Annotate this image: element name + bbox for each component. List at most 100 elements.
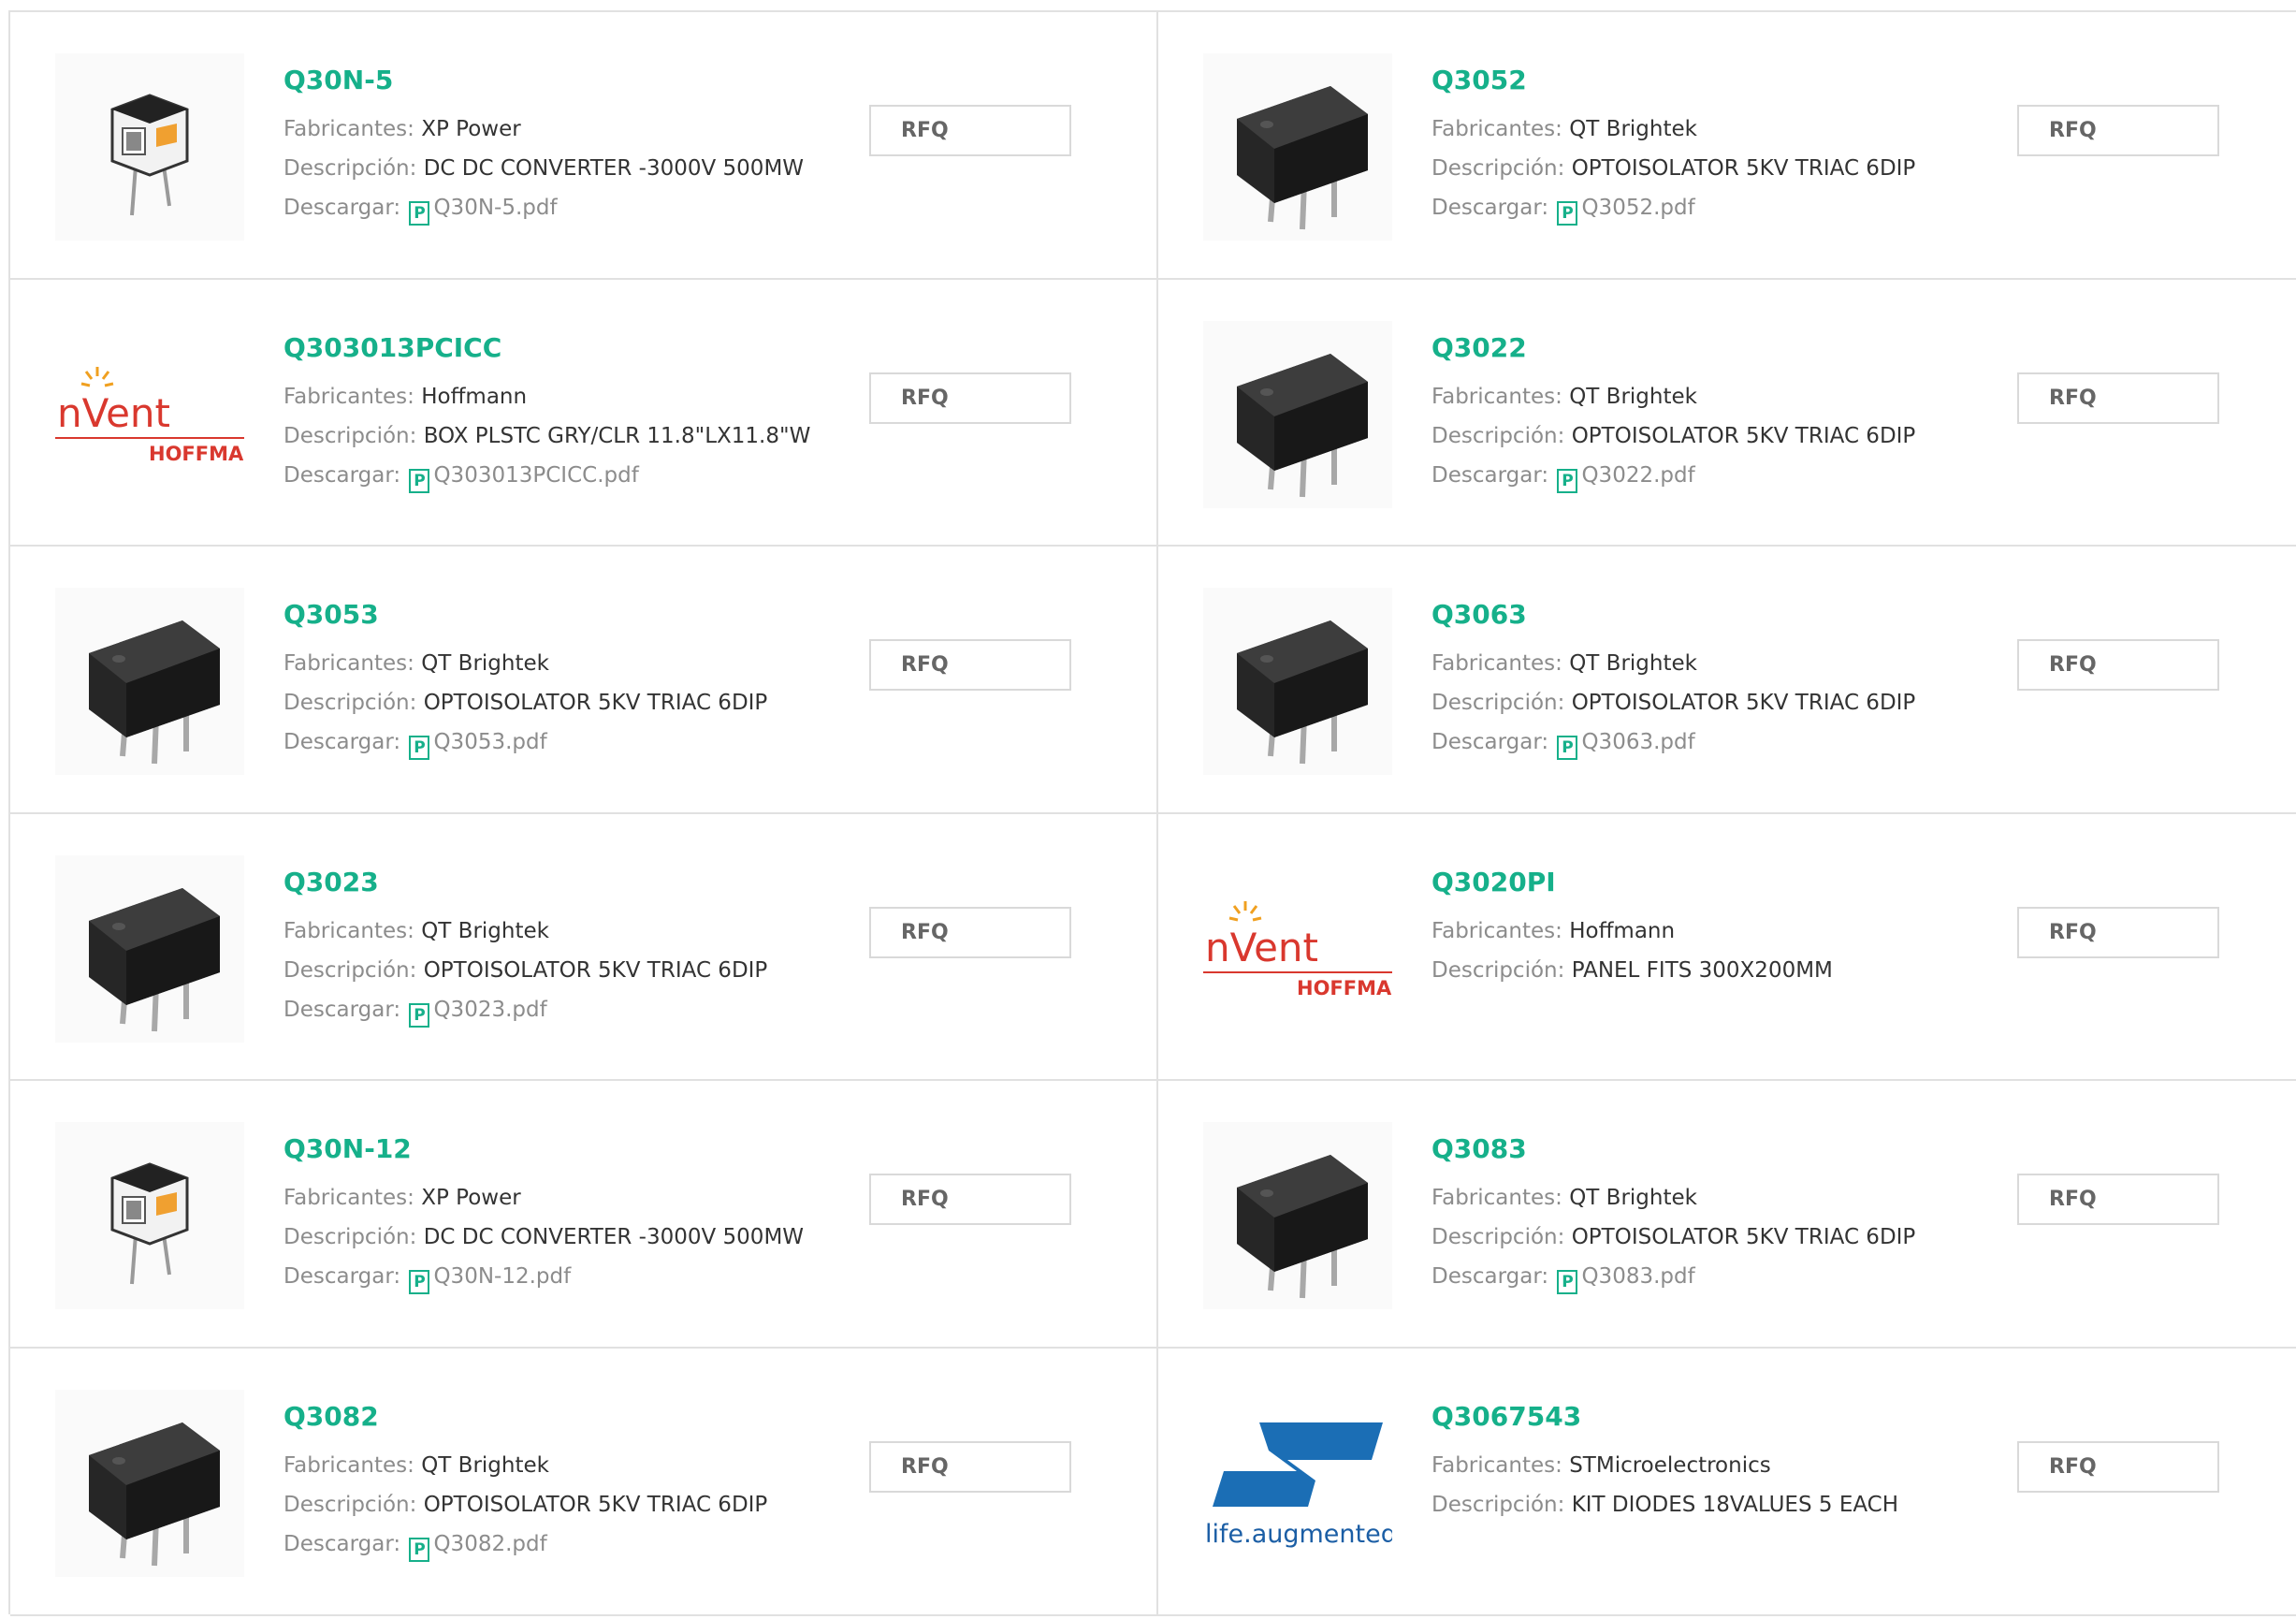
description-row: Descripción: BOX PLSTC GRY/CLR 11.8"LX11… [283, 424, 810, 448]
rfq-button[interactable]: RFQ [2017, 639, 2219, 692]
pdf-icon: P [409, 736, 430, 761]
dc-converter-icon[interactable] [55, 53, 244, 241]
optoisolator-dip-icon[interactable] [55, 588, 244, 776]
pdf-link[interactable]: Q3022.pdf [1581, 463, 1694, 488]
rfq-button[interactable]: RFQ [869, 639, 1071, 692]
rfq-button[interactable]: RFQ [869, 1174, 1071, 1226]
description-value: PANEL FITS 300X200MM [1571, 957, 1833, 983]
dc-converter-icon[interactable] [55, 1122, 244, 1310]
product-card: Q30N-12 Fabricantes: XP Power Descripció… [10, 1081, 1158, 1349]
description-row: Descripción: OPTOISOLATOR 5KV TRIAC 6DIP [283, 691, 767, 715]
download-label: Descargar: [1431, 462, 1549, 488]
description-value: OPTOISOLATOR 5KV TRIAC 6DIP [423, 1492, 768, 1517]
product-card: Q3053 Fabricantes: QT Brightek Descripci… [10, 547, 1158, 814]
pdf-link[interactable]: Q3082.pdf [433, 1532, 546, 1556]
download-row: Descargar: P Q303013PCICC.pdf [283, 463, 639, 493]
logo-text: nVent [57, 390, 170, 436]
part-number-link[interactable]: Q3052 [1431, 65, 1527, 95]
pdf-link[interactable]: Q3023.pdf [433, 998, 546, 1022]
description-label: Descripción: [1431, 957, 1565, 983]
optoisolator-dip-icon[interactable] [1203, 53, 1392, 241]
download-row: Descargar: P Q3052.pdf [1431, 196, 1695, 226]
rfq-button[interactable]: RFQ [869, 105, 1071, 156]
description-row: Descripción: OPTOISOLATOR 5KV TRIAC 6DIP [1431, 1225, 1915, 1249]
part-number-link[interactable]: Q3053 [283, 599, 379, 630]
description-value: DC DC CONVERTER -3000V 500MW [423, 1225, 805, 1250]
description-label: Descripción: [283, 156, 417, 181]
part-number-link[interactable]: Q303013PCICC [283, 332, 501, 363]
pdf-icon: P [409, 1002, 430, 1028]
description-value: OPTOISOLATOR 5KV TRIAC 6DIP [1571, 1225, 1916, 1250]
pdf-link[interactable]: Q3052.pdf [1581, 196, 1694, 220]
download-label: Descargar: [283, 196, 401, 220]
manufacturer-row: Fabricantes: Hoffmann [283, 385, 527, 409]
rfq-button[interactable]: RFQ [869, 1440, 1071, 1493]
optoisolator-dip-icon[interactable] [55, 1389, 244, 1577]
manufacturer-value: QT Brightek [1569, 651, 1697, 677]
manufacturer-value: QT Brightek [1569, 1186, 1697, 1211]
manufacturer-label: Fabricantes: [1431, 918, 1562, 943]
st-logo[interactable]: ST life.augmented [1203, 1389, 1392, 1577]
pdf-link[interactable]: Q30N-5.pdf [433, 196, 557, 220]
part-number-link[interactable]: Q3082 [283, 1401, 379, 1432]
description-row: Descripción: DC DC CONVERTER -3000V 500M… [283, 156, 804, 181]
description-label: Descripción: [1431, 1492, 1565, 1517]
optoisolator-dip-icon[interactable] [1203, 588, 1392, 776]
pdf-icon: P [1557, 201, 1578, 226]
pdf-link[interactable]: Q30N-12.pdf [433, 1264, 571, 1289]
rfq-button[interactable]: RFQ [869, 372, 1071, 424]
nvent-hoffman-logo[interactable]: nVent HOFFMAN [1203, 854, 1392, 1043]
description-label: Descripción: [283, 1225, 417, 1250]
download-label: Descargar: [1431, 196, 1549, 220]
part-number-link[interactable]: Q3022 [1431, 332, 1527, 363]
part-number-link[interactable]: Q30N-5 [283, 65, 393, 95]
download-row: Descargar: P Q3053.pdf [283, 730, 547, 761]
product-card: Q30N-5 Fabricantes: XP Power Descripción… [10, 12, 1158, 280]
download-label: Descargar: [283, 997, 401, 1022]
pdf-link[interactable]: Q3063.pdf [1581, 730, 1694, 754]
manufacturer-row: Fabricantes: XP Power [283, 117, 521, 141]
description-row: Descripción: OPTOISOLATOR 5KV TRIAC 6DIP [1431, 691, 1915, 715]
manufacturer-label: Fabricantes: [283, 651, 414, 677]
description-label: Descripción: [1431, 156, 1565, 181]
description-value: OPTOISOLATOR 5KV TRIAC 6DIP [1571, 691, 1916, 716]
manufacturer-row: Fabricantes: XP Power [283, 1186, 521, 1210]
part-number-link[interactable]: Q3067543 [1431, 1401, 1581, 1432]
pdf-icon: P [1557, 736, 1578, 761]
rfq-button[interactable]: RFQ [2017, 1440, 2219, 1493]
part-number-link[interactable]: Q3023 [283, 867, 379, 897]
manufacturer-label: Fabricantes: [1431, 651, 1562, 677]
pdf-link[interactable]: Q303013PCICC.pdf [433, 463, 638, 488]
product-card: Q3082 Fabricantes: QT Brightek Descripci… [10, 1348, 1158, 1616]
manufacturer-value: QT Brightek [1569, 117, 1697, 141]
rfq-button[interactable]: RFQ [2017, 906, 2219, 958]
rfq-button[interactable]: RFQ [2017, 372, 2219, 424]
rfq-button[interactable]: RFQ [869, 906, 1071, 958]
product-card: Q3022 Fabricantes: QT Brightek Descripci… [1158, 280, 2296, 547]
part-number-link[interactable]: Q30N-12 [283, 1133, 412, 1164]
description-label: Descripción: [1431, 423, 1565, 448]
pdf-icon: P [409, 201, 430, 226]
manufacturer-value: Hoffmann [421, 384, 528, 409]
pdf-link[interactable]: Q3053.pdf [433, 730, 546, 754]
optoisolator-dip-icon[interactable] [55, 854, 244, 1043]
optoisolator-dip-icon[interactable] [1203, 320, 1392, 508]
download-row: Descargar: P Q3022.pdf [1431, 463, 1695, 493]
product-card: ST life.augmented Q3067543 Fabricantes: … [1158, 1349, 2296, 1616]
logo-sub-text: HOFFMAN [149, 443, 244, 465]
download-label: Descargar: [283, 1531, 401, 1556]
part-number-link[interactable]: Q3083 [1431, 1133, 1527, 1164]
rfq-button[interactable]: RFQ [2017, 105, 2219, 156]
download-label: Descargar: [1431, 1264, 1549, 1290]
manufacturer-label: Fabricantes: [283, 918, 414, 943]
manufacturer-label: Fabricantes: [1431, 1452, 1562, 1478]
part-number-link[interactable]: Q3020PI [1431, 867, 1556, 897]
pdf-link[interactable]: Q3083.pdf [1581, 1264, 1694, 1289]
optoisolator-dip-icon[interactable] [1203, 1122, 1392, 1310]
part-number-link[interactable]: Q3063 [1431, 599, 1527, 630]
nvent-hoffman-logo[interactable]: nVent HOFFMAN [55, 320, 244, 508]
description-row: Descripción: OPTOISOLATOR 5KV TRIAC 6DIP [283, 1493, 767, 1517]
download-label: Descargar: [283, 462, 401, 488]
logo-sub-text: life.augmented [1205, 1520, 1392, 1549]
rfq-button[interactable]: RFQ [2017, 1174, 2219, 1226]
